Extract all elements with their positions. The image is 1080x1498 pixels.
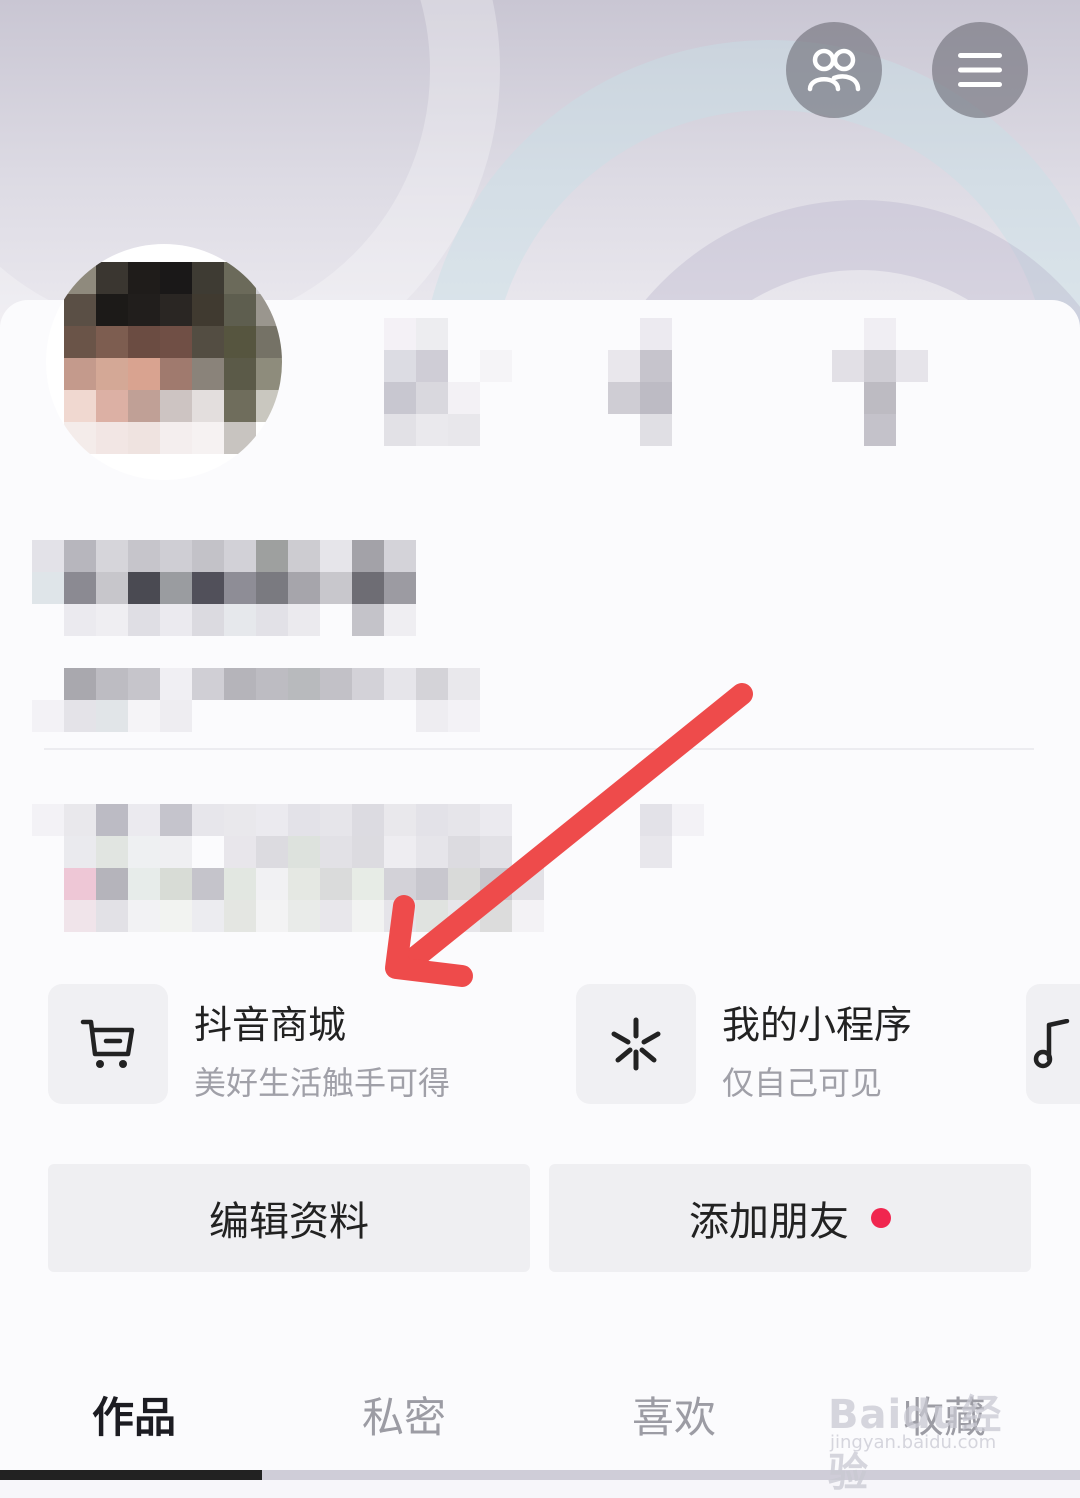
- mini-program-icon-box: [576, 984, 696, 1104]
- edit-profile-button[interactable]: 编辑资料: [48, 1164, 530, 1272]
- divider: [44, 748, 1034, 750]
- add-friends-button[interactable]: 添加朋友: [549, 1164, 1031, 1272]
- hamburger-menu-icon: [958, 53, 1002, 87]
- stats-blurred: [32, 668, 480, 732]
- service-douyin-mall[interactable]: 抖音商城 美好生活触手可得: [48, 984, 548, 1106]
- tab-private[interactable]: 私密: [304, 1384, 504, 1445]
- nickname-blurred: [384, 318, 960, 446]
- edit-profile-label: 编辑资料: [209, 1200, 369, 1244]
- people-icon: [807, 48, 861, 92]
- tab-works[interactable]: 作品: [34, 1384, 234, 1445]
- avatar[interactable]: [46, 244, 282, 480]
- user-id-blurred: [32, 540, 448, 636]
- music-icon-box: [1026, 984, 1080, 1104]
- active-tab-indicator: [0, 1470, 262, 1480]
- music-note-icon: [1033, 1019, 1070, 1069]
- cart-icon-box: [48, 984, 168, 1104]
- service-title: 我的小程序: [722, 1003, 913, 1047]
- service-subtitle: 美好生活触手可得: [194, 1064, 451, 1102]
- add-friends-label: 添加朋友: [689, 1200, 849, 1244]
- service-title: 抖音商城: [194, 1003, 347, 1047]
- watermark-url: jingyan.baidu.com: [830, 1432, 997, 1453]
- cart-icon: [80, 1019, 135, 1068]
- tab-likes[interactable]: 喜欢: [574, 1384, 774, 1445]
- service-music[interactable]: [1026, 984, 1080, 1106]
- friends-button[interactable]: [786, 22, 882, 118]
- avatar-image: [64, 262, 282, 454]
- service-subtitle: 仅自己可见: [722, 1064, 883, 1102]
- notification-dot: [871, 1208, 891, 1228]
- menu-button[interactable]: [932, 22, 1028, 118]
- service-mini-programs[interactable]: 我的小程序 仅自己可见: [576, 984, 1016, 1106]
- bio-blurred: [32, 804, 704, 932]
- watermark: Baidu经验 jingyan.baidu.com: [828, 1368, 1028, 1496]
- mini-program-icon: [611, 1017, 661, 1071]
